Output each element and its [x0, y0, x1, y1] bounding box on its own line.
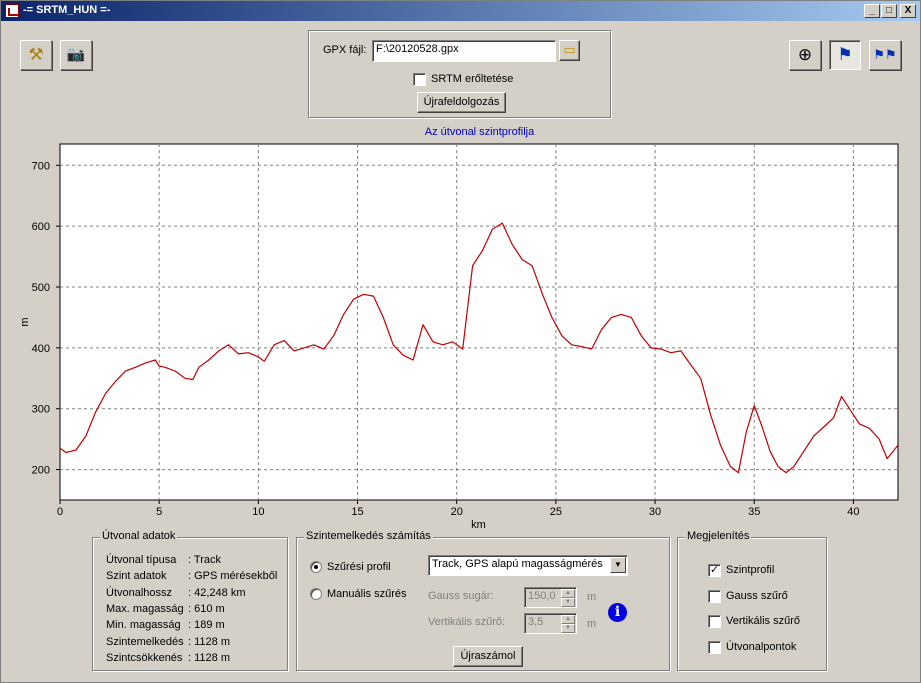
vertical-filter-value: 3,5: [528, 616, 544, 628]
stat-label: Szintemelkedés: [106, 635, 184, 648]
elevation-profile-chart: Az útvonal szintprofilja 0 5 10 15 20 25 30 35 40…: [19, 126, 899, 531]
force-srtm-label: SRTM erőltetése: [431, 73, 514, 85]
maximize-button[interactable]: □: [881, 4, 897, 18]
gpx-file-label: GPX fájl:: [323, 44, 367, 56]
stat-value: : GPS mérésekből: [188, 570, 278, 583]
vertical-filter-input[interactable]: 3,5 ▲ ▼: [524, 613, 577, 634]
stat-label: Szint adatok: [106, 570, 167, 583]
display-option-label: Szintprofil: [726, 564, 775, 576]
chevron-down-icon[interactable]: ▼: [610, 557, 626, 573]
stat-label: Útvonal típusa: [106, 554, 177, 566]
close-button[interactable]: X: [900, 4, 916, 18]
info-icon[interactable]: i: [608, 603, 627, 622]
stat-value: : 42,248 km: [188, 586, 246, 599]
display-option-checkbox[interactable]: ✓: [708, 564, 721, 577]
y-tick-label: 300: [32, 404, 50, 416]
y-axis-label: m: [19, 317, 31, 326]
minimize-button[interactable]: _: [864, 4, 880, 18]
display-option-label: Gauss szűrő: [726, 589, 788, 602]
elevation-calc-group: Szintemelkedés számítás Szűrési profil T…: [296, 530, 670, 671]
spin-down-icon[interactable]: ▼: [561, 624, 575, 633]
spin-up-icon[interactable]: ▲: [561, 615, 575, 624]
vertical-filter-label: Vertikális szűrő:: [428, 616, 506, 628]
multi-flag-button[interactable]: ⚑⚑: [869, 40, 901, 70]
gauss-radius-input[interactable]: 150,0 ▲ ▼: [524, 587, 577, 608]
tools-button[interactable]: ⚒: [20, 40, 52, 70]
filter-profile-radio[interactable]: [310, 561, 322, 573]
gauss-radius-value: 150,0: [528, 590, 556, 602]
filter-profile-label: Szűrési profil: [327, 561, 391, 573]
stat-label: Szintcsökkenés: [106, 651, 183, 664]
tools-icon: ⚒: [28, 45, 44, 64]
manual-filter-radio[interactable]: [310, 588, 322, 600]
plot-area: [59, 143, 899, 501]
route-stats-title: Útvonal adatok: [100, 530, 178, 542]
y-tick-label: 400: [32, 343, 50, 355]
stat-value: : 1128 m: [188, 635, 230, 648]
x-tick-label: 30: [649, 506, 661, 518]
zoom-in-icon: ⊕: [797, 45, 813, 64]
profile-select[interactable]: Track, GPS alapú magasságmérés ▼: [428, 555, 628, 576]
spin-down-icon[interactable]: ▼: [561, 598, 575, 607]
stat-value: : 1128 m: [188, 651, 230, 664]
elevation-calc-title: Szintemelkedés számítás: [304, 530, 433, 542]
route-stats-group: Útvonal adatok Útvonal típusa : Track Szin…: [92, 530, 288, 671]
app-icon[interactable]: [5, 4, 19, 18]
display-title: Megjelenítés: [685, 530, 752, 542]
y-tick-label: 700: [32, 160, 50, 172]
chart-title: Az útvonal szintprofilja: [425, 126, 535, 138]
title-bar[interactable]: -= SRTM_HUN =- _ □ X: [1, 1, 920, 21]
display-option-label: Vertikális szűrő: [726, 615, 800, 627]
folder-icon: ▭: [563, 42, 576, 57]
flags-icon: ⚑⚑: [873, 47, 897, 62]
y-tick-label: 200: [32, 465, 50, 477]
profile-select-value: Track, GPS alapú magasságmérés: [432, 558, 603, 570]
main-window: -= SRTM_HUN =- _ □ X ⚒ 📷 ⊕ ⚑ ⚑⚑ GPX fájl…: [0, 0, 921, 683]
gpx-file-input[interactable]: F:\20120528.gpx: [372, 40, 556, 62]
display-option-checkbox[interactable]: [708, 640, 721, 654]
display-option-checkbox[interactable]: [708, 589, 721, 603]
camera-button[interactable]: 📷: [60, 40, 92, 70]
x-tick-label: 0: [57, 506, 63, 518]
gauss-unit: m: [587, 591, 597, 603]
y-tick-label: 600: [32, 221, 50, 233]
x-tick-label: 15: [351, 506, 363, 518]
y-tick-label: 500: [32, 282, 50, 294]
x-tick-label: 5: [156, 506, 162, 518]
zoom-button[interactable]: ⊕: [789, 40, 821, 70]
stat-label: Min. magasság: [106, 619, 181, 632]
vertical-unit: m: [587, 618, 597, 630]
gauss-radius-label: Gauss sugár:: [428, 590, 494, 602]
gpx-panel: GPX fájl: F:\20120528.gpx ▭ SRTM erőltet…: [308, 30, 611, 118]
display-option-label: Útvonalpontok: [726, 640, 797, 653]
x-tick-label: 10: [252, 506, 264, 518]
recalculate-button[interactable]: Újraszámol: [453, 646, 523, 667]
stat-label: Útvonalhossz: [106, 586, 173, 599]
x-axis-label: km: [471, 519, 486, 531]
x-tick-label: 20: [451, 506, 463, 518]
x-tick-label: 25: [550, 506, 562, 518]
stat-value: : Track: [188, 554, 222, 566]
window-title: -= SRTM_HUN =-: [23, 4, 111, 16]
flag-icon: ⚑: [837, 45, 853, 64]
display-group: Megjelenítés ✓ Szintprofil Gauss szűrő Vert…: [677, 530, 827, 671]
x-tick-label: 40: [847, 506, 859, 518]
stat-value: : 610 m: [188, 602, 225, 615]
force-srtm-checkbox[interactable]: [413, 73, 426, 86]
manual-filter-label: Manuális szűrés: [327, 588, 407, 600]
flag-button[interactable]: ⚑: [829, 40, 861, 70]
reprocess-button[interactable]: Újrafeldolgozás: [417, 92, 506, 113]
browse-button[interactable]: ▭: [559, 40, 580, 61]
camera-icon: 📷: [66, 46, 86, 63]
x-tick-label: 35: [748, 506, 760, 518]
stat-value: : 189 m: [188, 619, 225, 632]
display-option-checkbox[interactable]: [708, 615, 721, 628]
stat-label: Max. magasság: [106, 602, 184, 615]
spin-up-icon[interactable]: ▲: [561, 589, 575, 598]
